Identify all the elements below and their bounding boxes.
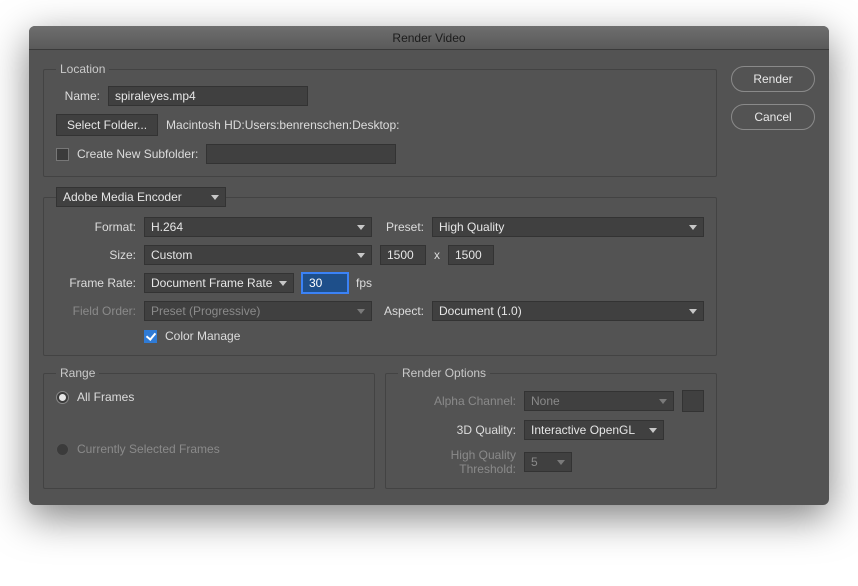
dialog-title: Render Video — [392, 31, 465, 45]
name-input[interactable]: spiraleyes.mp4 — [108, 86, 308, 106]
format-select[interactable]: H.264 — [144, 217, 372, 237]
selected-frames-label: Currently Selected Frames — [77, 442, 220, 456]
range-group: Range All Frames Currently Selected Fram… — [43, 366, 375, 489]
encoder-group: Adobe Media Encoder Format: H.264 Preset… — [43, 187, 717, 356]
fieldorder-select: Preset (Progressive) — [144, 301, 372, 321]
all-frames-radio[interactable] — [56, 391, 69, 404]
select-folder-button[interactable]: Select Folder... — [56, 114, 158, 136]
cancel-button[interactable]: Cancel — [731, 104, 815, 130]
color-manage-checkbox[interactable] — [144, 330, 157, 343]
framerate-select[interactable]: Document Frame Rate — [144, 273, 294, 293]
quality-select[interactable]: Interactive OpenGL — [524, 420, 664, 440]
format-label: Format: — [56, 220, 136, 234]
create-subfolder-checkbox[interactable] — [56, 148, 69, 161]
selected-frames-radio — [56, 443, 69, 456]
width-input[interactable]: 1500 — [380, 245, 426, 265]
fieldorder-label: Field Order: — [56, 304, 136, 318]
subfolder-input[interactable] — [206, 144, 396, 164]
alpha-swatch — [682, 390, 704, 412]
hq-threshold-label: High Quality Threshold: — [398, 448, 516, 476]
render-options-legend: Render Options — [398, 366, 490, 380]
render-button[interactable]: Render — [731, 66, 815, 92]
height-input[interactable]: 1500 — [448, 245, 494, 265]
all-frames-label: All Frames — [77, 390, 134, 404]
fps-unit: fps — [356, 276, 372, 290]
preset-label: Preset: — [380, 220, 424, 234]
preset-select[interactable]: High Quality — [432, 217, 704, 237]
create-subfolder-label: Create New Subfolder: — [77, 147, 198, 161]
location-legend: Location — [56, 62, 109, 76]
alpha-select: None — [524, 391, 674, 411]
location-group: Location Name: spiraleyes.mp4 Select Fol… — [43, 62, 717, 177]
render-options-group: Render Options Alpha Channel: None 3D Qu… — [385, 366, 717, 489]
quality-label: 3D Quality: — [398, 423, 516, 437]
framerate-label: Frame Rate: — [56, 276, 136, 290]
titlebar: Render Video — [29, 26, 829, 50]
encoder-select[interactable]: Adobe Media Encoder — [56, 187, 226, 207]
hq-threshold-select: 5 — [524, 452, 572, 472]
render-video-dialog: Render Video Location Name: spiraleyes.m… — [29, 26, 829, 505]
aspect-label: Aspect: — [380, 304, 424, 318]
range-legend: Range — [56, 366, 99, 380]
color-manage-label: Color Manage — [165, 329, 240, 343]
aspect-select[interactable]: Document (1.0) — [432, 301, 704, 321]
alpha-label: Alpha Channel: — [398, 394, 516, 408]
name-label: Name: — [56, 89, 100, 103]
size-separator: x — [434, 248, 440, 262]
folder-path: Macintosh HD:Users:benrenschen:Desktop: — [166, 118, 399, 132]
size-label: Size: — [56, 248, 136, 262]
fps-input[interactable]: 30 — [302, 273, 348, 293]
size-select[interactable]: Custom — [144, 245, 372, 265]
